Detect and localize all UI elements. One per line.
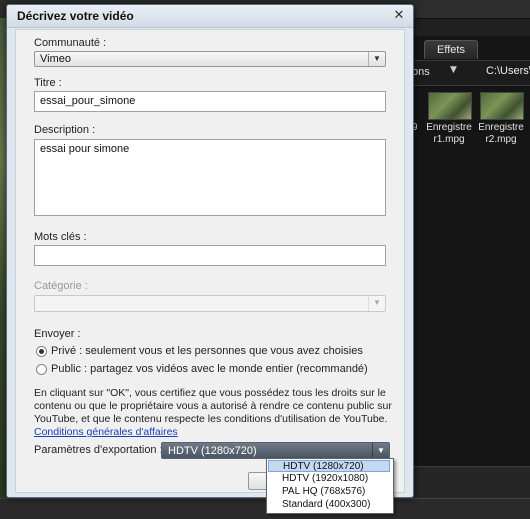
background-timeline (400, 466, 530, 499)
category-select[interactable]: ▼ (34, 295, 386, 312)
background-path-fragment: ons (412, 66, 430, 78)
description-label: Description : (34, 124, 96, 136)
export-settings-select[interactable]: HDTV (1280x720) ▼ (161, 442, 390, 459)
category-label: Catégorie : (34, 280, 88, 292)
radio-public-label[interactable]: Public : partagez vos vidéos avec le mon… (51, 363, 368, 375)
legal-notice-line: En cliquant sur "OK", vous certifiez que… (34, 387, 386, 399)
media-thumbnail-label: Enregistre r2.mpg (478, 122, 524, 145)
radio-private[interactable] (36, 346, 47, 357)
background-status-bar (0, 498, 530, 519)
export-settings-label: Paramètres d'exportation : (34, 444, 163, 456)
community-select[interactable]: Vimeo ▼ (34, 51, 386, 67)
title-label: Titre : (34, 77, 62, 89)
chevron-down-icon[interactable]: ▼ (372, 443, 389, 458)
dropdown-option[interactable]: Standard (400x300) (268, 499, 390, 511)
chevron-down-icon[interactable]: ▼ (450, 65, 457, 75)
dialog-title: Décrivez votre vidéo (17, 9, 134, 23)
chevron-down-icon: ▼ (368, 296, 385, 311)
terms-link[interactable]: Conditions générales d'affaires (34, 426, 178, 439)
dropdown-option[interactable]: HDTV (1920x1080) (268, 473, 390, 485)
dialog-title-bar[interactable]: Décrivez votre vidéo ✕ (7, 5, 413, 28)
legal-notice-line: YouTube, et que le contenu respecte les … (34, 413, 388, 425)
title-input[interactable]: essai_pour_simone (34, 91, 386, 112)
keywords-input[interactable] (34, 245, 386, 266)
radio-public[interactable] (36, 364, 47, 375)
media-thumbnail[interactable] (428, 92, 472, 120)
media-thumbnail-label: Enregistre r1.mpg (426, 122, 472, 145)
dropdown-option[interactable]: HDTV (1280x720) (268, 460, 390, 472)
background-path: C:\Users\ (486, 65, 530, 77)
legal-notice-line: contenu ou que le propriétaire vous a au… (34, 400, 392, 412)
description-textarea[interactable]: essai pour simone (34, 139, 386, 216)
chevron-down-icon[interactable]: ▼ (368, 52, 385, 66)
media-thumbnail[interactable] (480, 92, 524, 120)
community-value: Vimeo (40, 53, 71, 65)
export-settings-value: HDTV (1280x720) (168, 445, 257, 457)
dropdown-option[interactable]: PAL HQ (768x576) (268, 486, 390, 498)
tab-effects[interactable]: Effets (424, 40, 478, 59)
radio-private-label[interactable]: Privé : seulement vous et les personnes … (51, 345, 363, 357)
legal-notice: En cliquant sur "OK", vous certifiez que… (34, 387, 394, 426)
export-settings-dropdown: HDTV (1280x720) HDTV (1920x1080) PAL HQ … (266, 458, 394, 514)
keywords-label: Mots clés : (34, 231, 87, 243)
send-label: Envoyer : (34, 328, 81, 340)
community-label: Communauté : (34, 37, 107, 49)
close-icon[interactable]: ✕ (391, 8, 407, 24)
